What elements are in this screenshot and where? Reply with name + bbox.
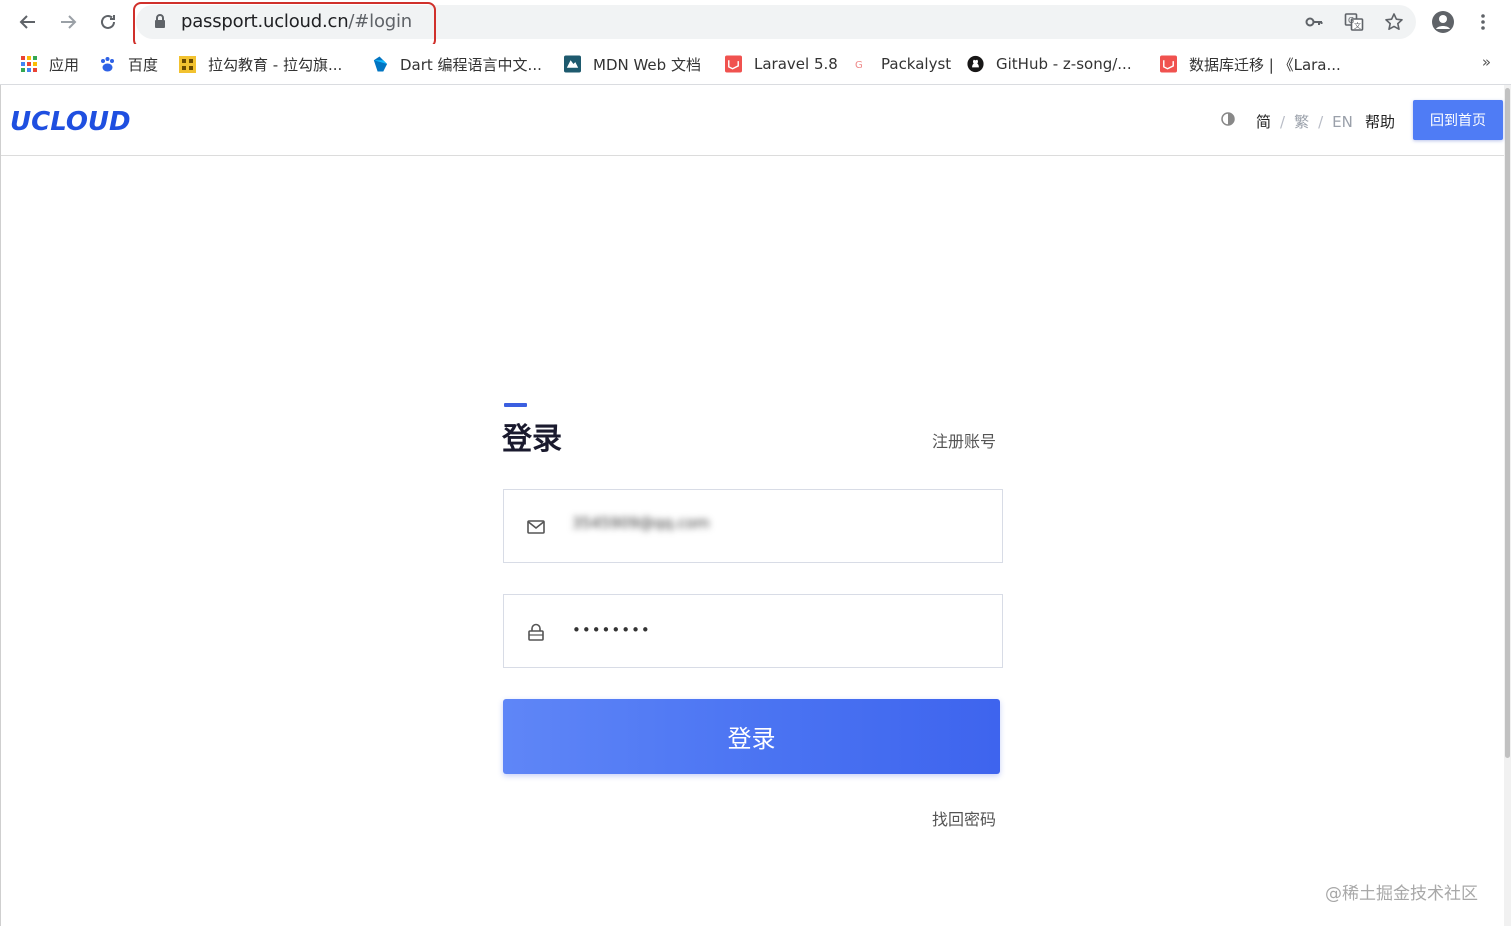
bookmark-label: Packalyst (881, 55, 952, 73)
bookmark-packalyst[interactable]: G Packalyst (852, 52, 952, 76)
url-highlight-annotation (133, 2, 436, 48)
bookmark-laravel-migration[interactable]: 数据库迁移 | 《Lara... (1160, 52, 1341, 76)
email-value: 3545909@qq.com (572, 514, 710, 532)
forward-arrow-icon (61, 15, 77, 29)
lagou-icon (179, 55, 196, 73)
bookmark-github[interactable]: GitHub - z-song/... (967, 52, 1132, 76)
contrast-icon (1221, 112, 1235, 126)
language-switcher: 简 / 繁 / EN (1256, 111, 1353, 132)
bookmark-label: MDN Web 文档 (593, 55, 701, 74)
login-submit-button[interactable]: 登录 (503, 699, 1000, 774)
lock-icon (528, 623, 544, 641)
bookmark-dart[interactable]: Dart 编程语言中文... (371, 52, 542, 76)
lang-separator: / (1280, 112, 1286, 131)
mail-icon (527, 520, 545, 534)
dart-icon (371, 56, 388, 73)
forgot-password-link[interactable]: 找回密码 (932, 806, 996, 830)
profile-avatar-icon[interactable] (1431, 10, 1455, 34)
help-label: 帮助 (1365, 113, 1396, 131)
mdn-icon (564, 55, 581, 73)
help-link[interactable]: 帮助 (1365, 111, 1395, 132)
browser-menu-icon[interactable] (1471, 10, 1495, 34)
reload-button[interactable] (94, 8, 122, 36)
apps-grid-icon (20, 56, 37, 73)
password-value: •••••••• (572, 621, 651, 639)
baidu-paw-icon (99, 56, 116, 73)
back-button[interactable] (14, 8, 42, 36)
lang-simplified[interactable]: 简 (1256, 111, 1271, 132)
back-to-home-button[interactable]: 回到首页 (1413, 100, 1503, 140)
forward-button[interactable] (54, 8, 82, 36)
bookmark-laravel[interactable]: Laravel 5.8 (725, 52, 838, 76)
bookmark-label: Dart 编程语言中文... (400, 55, 542, 74)
bookmarks-bar: 应用 百度 拉勾教育 - 拉勾旗... Dart 编程语言中文... MDN W… (0, 44, 1511, 85)
bookmark-label: 百度 (128, 55, 159, 74)
login-title: 登录 (502, 422, 562, 457)
svg-text:文: 文 (1354, 21, 1361, 30)
bookmark-label: GitHub - z-song/... (996, 55, 1132, 73)
bookmark-mdn[interactable]: MDN Web 文档 (564, 52, 701, 76)
more-bookmarks-button[interactable]: » (1482, 53, 1491, 71)
scrollbar-thumb[interactable] (1505, 88, 1510, 758)
ucloud-logo[interactable]: UCLOUD (10, 107, 131, 137)
packalyst-icon: G (852, 56, 869, 73)
bookmark-baidu[interactable]: 百度 (99, 52, 158, 76)
theme-toggle[interactable] (1220, 111, 1236, 127)
email-field[interactable]: 3545909@qq.com (503, 489, 1003, 563)
github-icon (967, 55, 984, 73)
translate-icon[interactable]: G文 (1342, 10, 1366, 34)
register-link[interactable]: 注册账号 (932, 428, 996, 452)
back-arrow-icon (19, 15, 35, 29)
bookmark-lagou[interactable]: 拉勾教育 - 拉勾旗... (179, 52, 342, 76)
bookmark-label: Laravel 5.8 (754, 55, 838, 73)
reload-icon (101, 14, 115, 29)
bookmark-label: 数据库迁移 | 《Lara... (1189, 55, 1341, 74)
key-icon[interactable] (1302, 10, 1326, 34)
bookmark-apps[interactable]: 应用 (20, 52, 79, 76)
bookmark-label: 应用 (49, 55, 80, 74)
lang-english[interactable]: EN (1332, 113, 1353, 131)
lang-separator: / (1318, 112, 1324, 131)
bookmark-label: 拉勾教育 - 拉勾旗... (208, 55, 343, 74)
browser-toolbar: passport.ucloud.cn/#login G文 (0, 0, 1511, 48)
watermark: @稀土掘金技术社区 (1325, 884, 1478, 904)
bookmark-star-icon[interactable] (1382, 10, 1406, 34)
lang-traditional[interactable]: 繁 (1294, 111, 1309, 132)
title-accent-bar (504, 403, 527, 407)
site-header: UCLOUD 简 / 繁 / EN 帮助 回到首页 (1, 85, 1504, 156)
laravel-icon (725, 55, 742, 73)
password-field[interactable]: •••••••• (503, 594, 1003, 668)
svg-text:G: G (855, 60, 863, 71)
laravel-icon (1160, 55, 1177, 73)
